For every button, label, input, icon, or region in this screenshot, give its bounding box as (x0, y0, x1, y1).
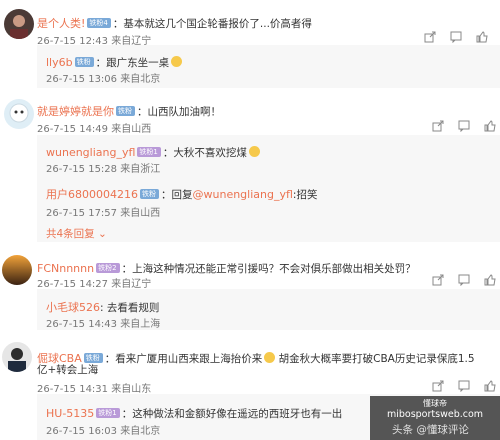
fan-badge: 铁粉4 (87, 17, 111, 28)
fan-badge: 铁粉 (116, 105, 135, 116)
comment-text-continued: 亿+转会上海 (37, 364, 99, 376)
comment-icon[interactable] (458, 380, 470, 392)
reply-text: ：跟广东坐一桌 (95, 57, 170, 69)
comment-time: 26-7-15 14:49 (37, 124, 109, 135)
reply-time: 26-7-15 16:03 (46, 426, 118, 437)
fan-badge: 铁粉 (74, 56, 94, 67)
watermark: 懂球帝 mibosportsweb.com 头条 @懂球评论 (370, 396, 500, 440)
share-icon[interactable] (432, 380, 444, 392)
username[interactable]: 是个人类! (37, 17, 85, 30)
reply-username[interactable]: wunengliang_yfl (46, 146, 135, 159)
username[interactable]: FCNnnnnn (37, 262, 94, 275)
avatar[interactable] (2, 255, 32, 285)
emoji-icon (264, 352, 276, 363)
reply-location: 来自北京 (120, 74, 161, 85)
like-icon[interactable] (484, 274, 496, 286)
comment-icon[interactable] (458, 120, 470, 132)
comment-text: ：看来广厦用山西来跟上海抬价来 胡金秋大概率要打破CBA历史记录保底1.5 (104, 352, 475, 365)
comment-icon[interactable] (450, 31, 462, 43)
fan-badge: 铁粉1 (96, 407, 120, 418)
reply-location: 来自浙江 (120, 164, 161, 175)
username[interactable]: 就是婷婷就是你 (37, 105, 114, 118)
reply-text: ：大秋不喜欢挖煤 (162, 147, 247, 159)
comment-text: ：山西队加油啊！ (137, 106, 221, 118)
reply-time: 26-7-15 15:28 (46, 164, 118, 175)
reply-time: 26-7-15 17:57 (46, 208, 118, 219)
share-icon[interactable] (432, 120, 444, 132)
reply-text: ：这种做法和金额好像在遥远的西班牙也有一出 (121, 408, 343, 420)
fan-badge: 铁粉1 (137, 146, 161, 157)
avatar[interactable] (2, 342, 32, 372)
reply-username[interactable]: 小毛球526 (46, 301, 100, 314)
share-icon[interactable] (432, 274, 444, 286)
watermark-source: 头条 @懂球评论 (392, 424, 469, 436)
watermark-top: 懂球帝 (423, 399, 447, 408)
reply-username[interactable]: 用户6800004216 (46, 188, 138, 201)
reply-text: ：回复@wunengliang_yfl:招笑 (161, 188, 318, 201)
avatar[interactable] (4, 99, 34, 129)
more-replies-link[interactable]: 共4条回复 ⌄ (46, 226, 107, 241)
fan-badge: 铁粉2 (96, 262, 120, 273)
comment-icon[interactable] (458, 274, 470, 286)
reply-username[interactable]: lly6b (46, 56, 73, 69)
avatar[interactable] (4, 9, 34, 39)
reply-text: : 去看看规则 (100, 302, 160, 314)
like-icon[interactable] (484, 120, 496, 132)
fan-badge: 铁粉 (83, 352, 103, 363)
reply-location: 来自上海 (120, 319, 161, 330)
comment-text: ：基本就这几个国企轮番报价了...价高者得 (112, 18, 312, 30)
like-icon[interactable] (476, 31, 488, 43)
reply-time: 26-7-15 13:06 (46, 74, 118, 85)
chevron-down-icon: ⌄ (94, 228, 107, 240)
reply-location: 来自北京 (120, 426, 161, 437)
comment-location: 来自山西 (111, 124, 152, 135)
comment-text: ：上海这种情况还能正常引援吗？不会对俱乐部做出相关处罚？ (121, 263, 416, 275)
reply-username[interactable]: HU-5135 (46, 407, 94, 420)
reply-location: 来自山西 (120, 208, 161, 219)
share-icon[interactable] (424, 31, 436, 43)
mention-link[interactable]: @wunengliang_yfl (193, 188, 293, 201)
reply-time: 26-7-15 14:43 (46, 319, 118, 330)
emoji-icon (248, 146, 260, 157)
emoji-icon (171, 56, 183, 67)
fan-badge: 铁粉 (140, 188, 159, 199)
watermark-site: mibosportsweb.com (386, 409, 484, 420)
like-icon[interactable] (484, 380, 496, 392)
